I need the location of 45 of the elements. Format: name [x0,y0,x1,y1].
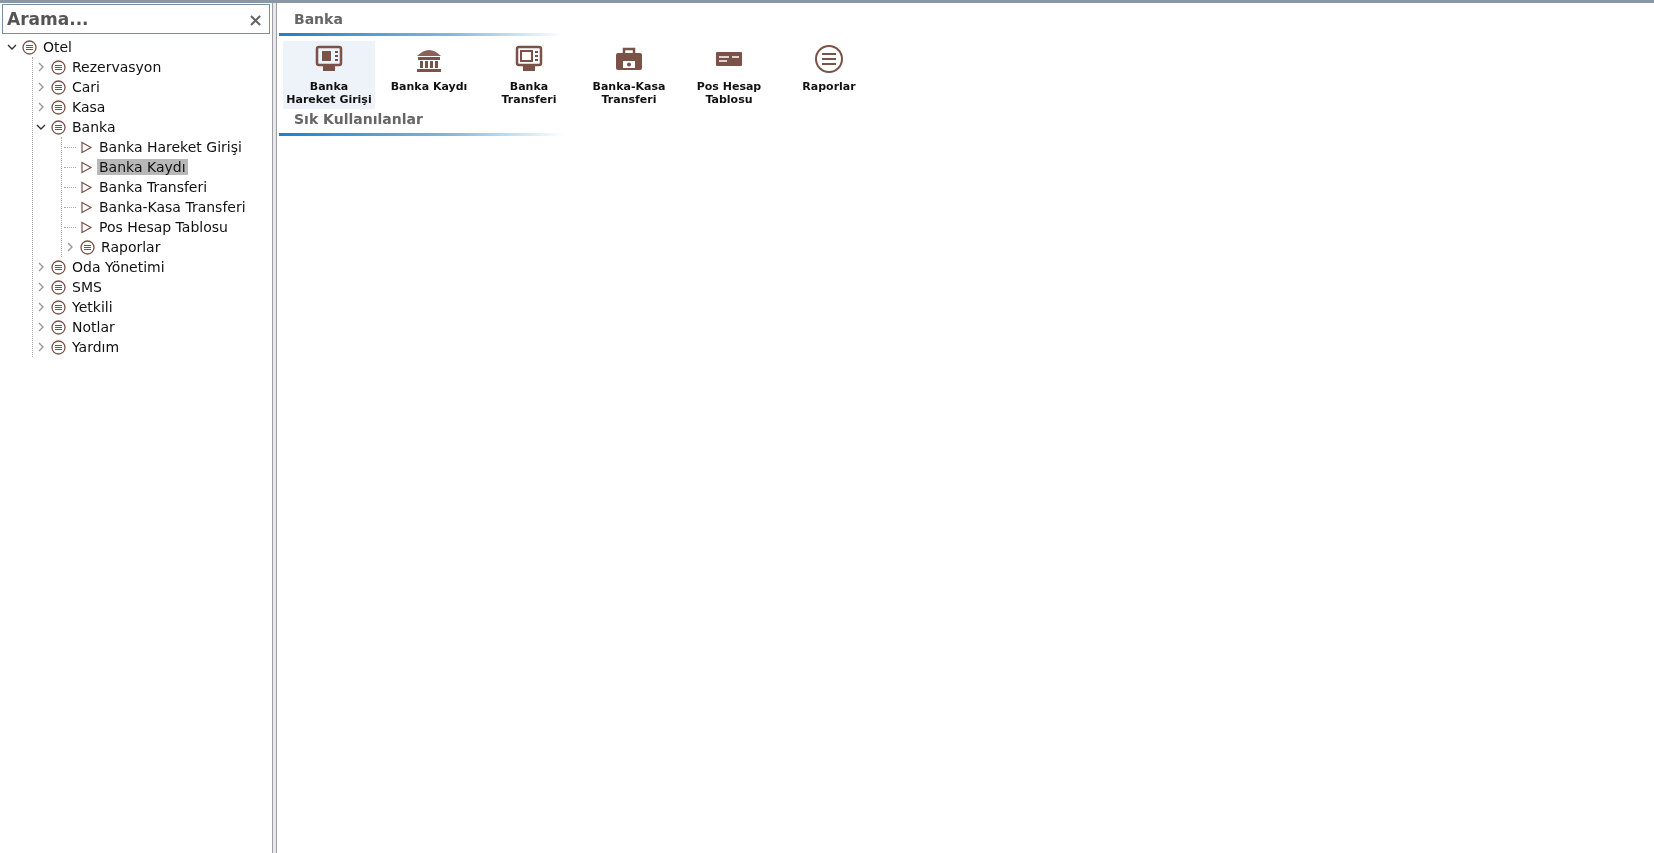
tree-item[interactable]: Oda Yönetimi [70,259,167,275]
tile-button[interactable]: Raporlar [783,41,875,109]
triangle-icon [80,180,93,194]
search-field[interactable]: Arama... × [2,4,270,34]
tile-button[interactable]: Pos Hesap Tablosu [683,41,775,109]
tree-item[interactable]: SMS [70,279,104,295]
triangle-icon [80,220,93,234]
list-icon [51,119,66,135]
tree-item[interactable]: Banka [70,119,118,135]
list-icon [51,259,66,275]
tree-item[interactable]: Raporlar [99,239,163,255]
atm-icon [314,44,344,74]
list-icon [80,239,95,255]
tree-item[interactable]: Pos Hesap Tablosu [97,219,230,235]
tree-item[interactable]: Banka Kaydı [97,159,188,175]
list-icon [51,279,66,295]
tile-button[interactable]: Banka Hareket Girişi [283,41,375,109]
list-icon [22,39,37,55]
tree-item[interactable]: Notlar [70,319,117,335]
atm-icon [514,44,544,74]
tree-item[interactable]: Otel [41,39,74,55]
list-icon [51,299,66,315]
triangle-icon [80,140,93,154]
tree-item[interactable]: Kasa [70,99,108,115]
list-icon [51,59,66,75]
tree-item[interactable]: Banka Transferi [97,179,210,195]
tile-button[interactable]: Banka Kaydı [383,41,475,109]
tree-item[interactable]: Yardım [70,339,122,355]
tree-item[interactable]: Cari [70,79,102,95]
tree-item[interactable]: Banka-Kasa Transferi [97,199,248,215]
list-icon [51,319,66,335]
list-icon [51,79,66,95]
tree-item[interactable]: Rezervasyon [70,59,164,75]
panel-title: Banka [293,10,344,29]
clear-button[interactable]: × [245,8,265,30]
tree-item[interactable]: Yetkili [70,299,115,315]
tile-button[interactable]: Banka Transferi [483,41,575,109]
list-icon [51,99,66,115]
section-title: Sık Kullanılanlar [293,110,424,129]
list-icon [51,339,66,355]
triangle-icon [80,160,93,174]
list-icon [814,44,844,74]
tree-item[interactable]: Banka Hareket Girişi [97,139,244,155]
triangle-icon [80,200,93,214]
tile-button[interactable]: Banka-Kasa Transferi [583,41,675,109]
